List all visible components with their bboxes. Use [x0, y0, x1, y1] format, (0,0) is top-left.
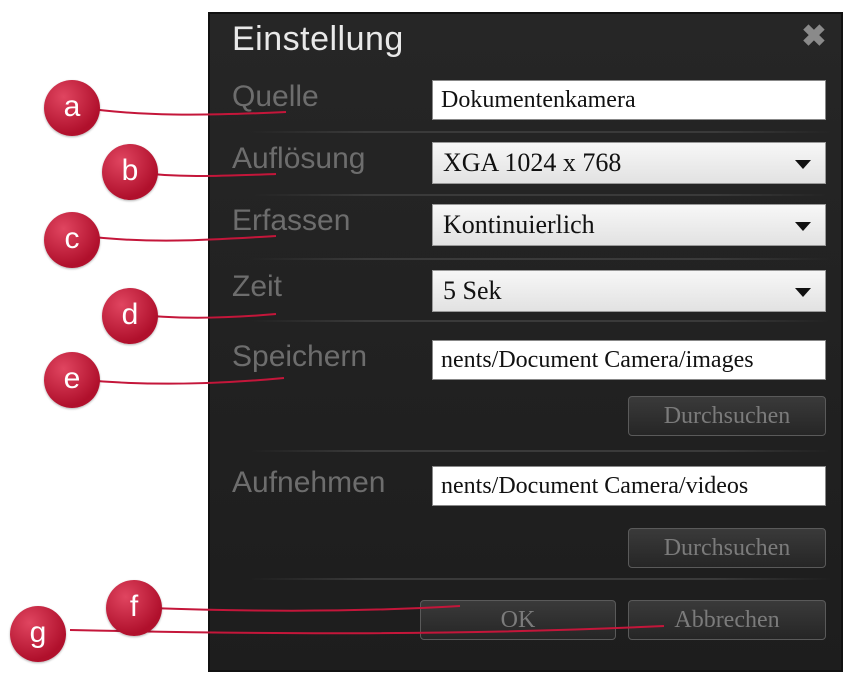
marker-a: a: [44, 80, 100, 136]
leader-line: [69, 625, 665, 635]
marker-e: e: [44, 352, 100, 408]
leader-line: [83, 235, 277, 242]
marker-b: b: [102, 144, 158, 200]
marker-g: g: [10, 606, 66, 662]
marker-f: f: [106, 580, 162, 636]
marker-c: c: [44, 212, 100, 268]
leader-line: [149, 605, 461, 612]
leader-line: [83, 377, 285, 385]
leader-line: [83, 107, 287, 116]
marker-d: d: [102, 288, 158, 344]
